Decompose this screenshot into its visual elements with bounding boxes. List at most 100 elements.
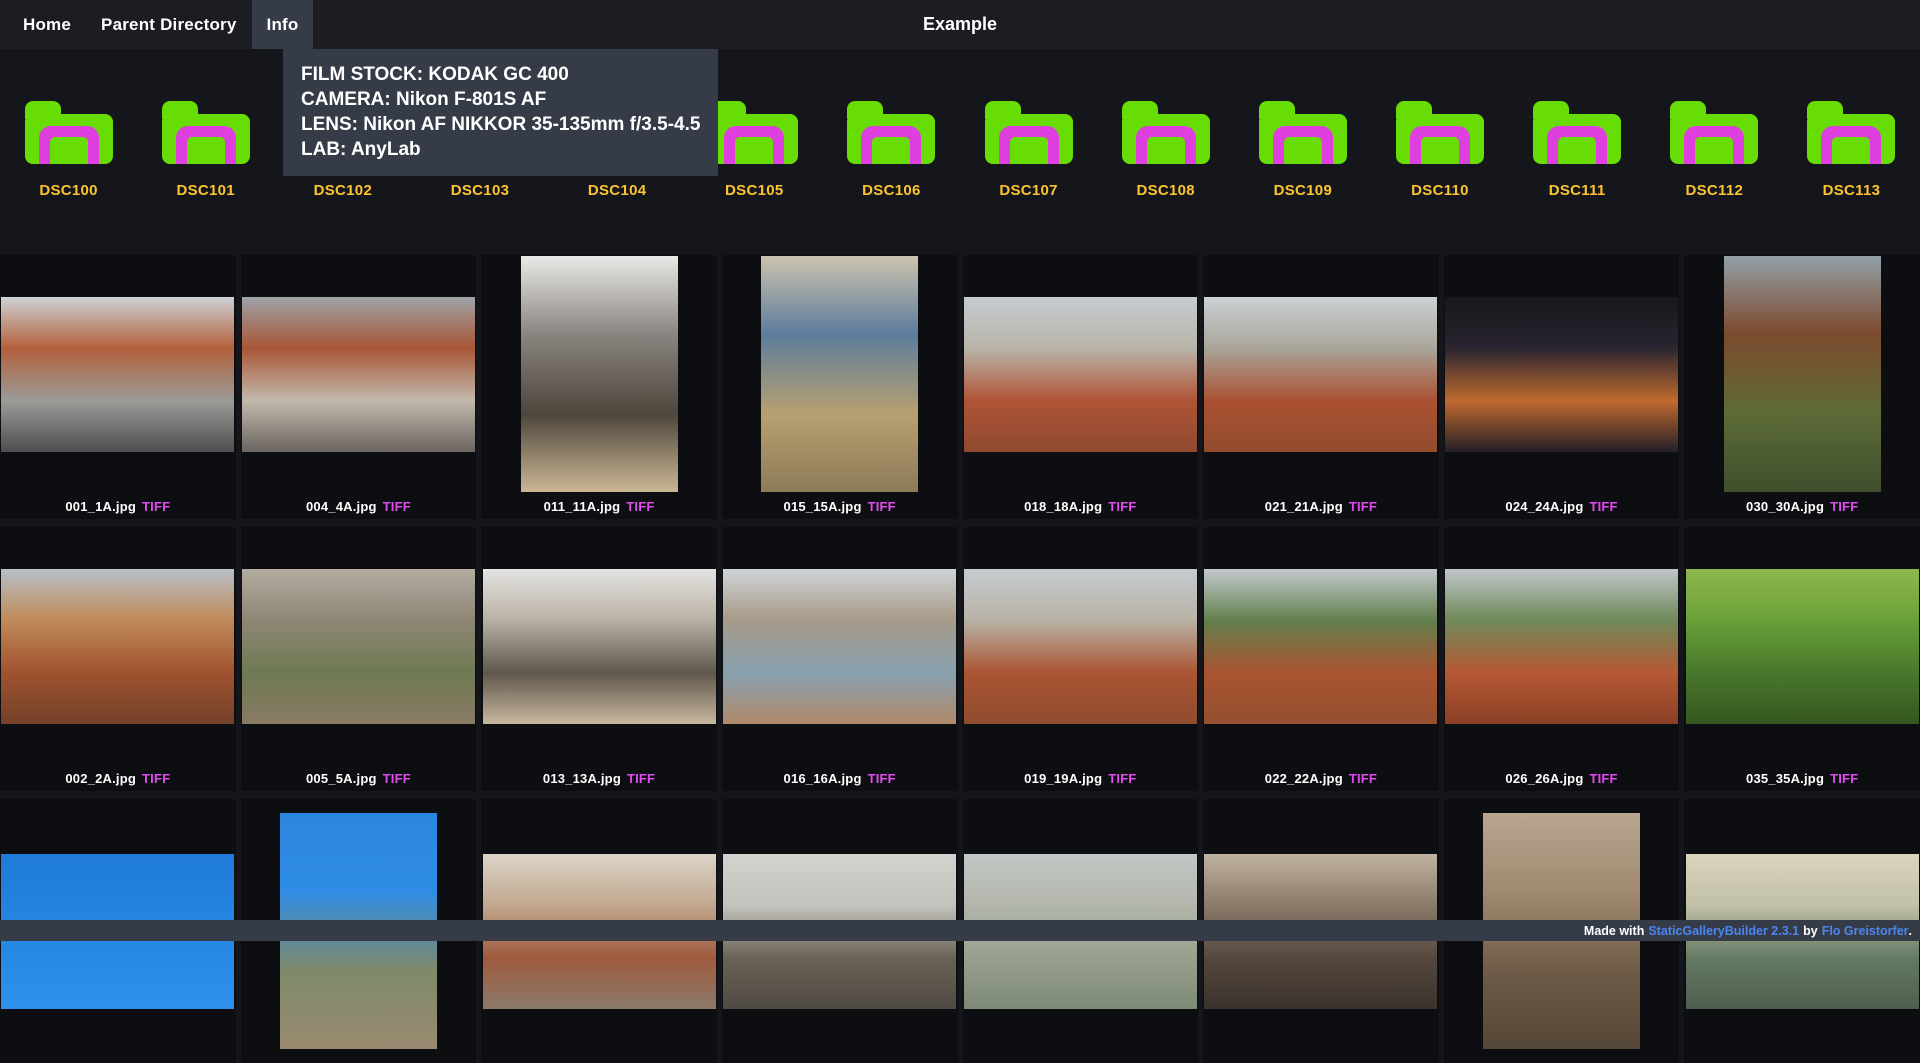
photo-filename: 018_18A.jpg: [1024, 499, 1102, 514]
photo-thumbnail[interactable]: [1204, 569, 1437, 724]
photo-thumbnail[interactable]: [1686, 569, 1919, 724]
thumb-area: [722, 527, 958, 765]
folder-item-dsc101[interactable]: DSC101: [137, 101, 274, 255]
folder-item-dsc110[interactable]: DSC110: [1371, 101, 1508, 255]
photo-cell[interactable]: 018_18A.jpg TIFF: [963, 255, 1199, 519]
folder-icon-slot-inner: [1695, 137, 1733, 164]
folder-label: DSC106: [862, 182, 921, 199]
thumb-area: [722, 255, 958, 493]
photo-thumbnail[interactable]: [521, 256, 678, 492]
photo-filename: 022_22A.jpg: [1265, 771, 1343, 786]
photo-cell[interactable]: 026_26A.jpg TIFF: [1444, 527, 1680, 791]
photo-format-badge: TIFF: [1349, 499, 1377, 514]
author-link[interactable]: Flo Greistorfer: [1822, 924, 1909, 938]
nav-item-label: Home: [23, 15, 71, 35]
photo-label: 026_26A.jpg TIFF: [1444, 765, 1680, 791]
folder-icon: [710, 114, 798, 164]
photo-cell[interactable]: 002_2A.jpg TIFF: [0, 527, 236, 791]
nav-items: Home Parent Directory Info: [8, 0, 313, 49]
photo-thumbnail[interactable]: [723, 569, 956, 724]
nav-item-info[interactable]: Info: [252, 0, 314, 49]
photo-thumbnail[interactable]: [1, 569, 234, 724]
photo-cell[interactable]: 011_11A.jpg TIFF: [481, 255, 717, 519]
folder-icon: [162, 114, 250, 164]
folder-item-dsc112[interactable]: DSC112: [1646, 101, 1783, 255]
photo-label: 024_24A.jpg TIFF: [1444, 493, 1680, 519]
folder-label: DSC113: [1823, 182, 1881, 199]
footer-suffix: .: [1909, 924, 1912, 938]
info-camera: CAMERA: Nikon F-801S AF: [301, 87, 700, 112]
photo-thumbnail[interactable]: [242, 569, 475, 724]
thumb-area: [241, 527, 477, 765]
photo-thumbnail[interactable]: [483, 569, 716, 724]
folder-icon: [985, 114, 1073, 164]
folder-icon-slot: [176, 126, 236, 164]
footer-credit-bar: Made with StaticGalleryBuilder 2.3.1 by …: [0, 920, 1920, 941]
folder-item-dsc108[interactable]: DSC108: [1097, 101, 1234, 255]
folder-icon-slot-inner: [50, 137, 88, 164]
folder-icon-slot: [1410, 126, 1470, 164]
photo-cell[interactable]: 005_5A.jpg TIFF: [241, 527, 477, 791]
photo-label: 021_21A.jpg TIFF: [1203, 493, 1439, 519]
photo-thumbnail[interactable]: [964, 569, 1197, 724]
folder-label: DSC103: [451, 182, 510, 199]
photo-format-badge: TIFF: [626, 499, 654, 514]
photo-format-badge: TIFF: [1589, 499, 1617, 514]
folder-icon-slot-inner: [1832, 137, 1870, 164]
folder-label: DSC102: [314, 182, 373, 199]
photo-filename: 030_30A.jpg: [1746, 499, 1824, 514]
photo-label: 022_22A.jpg TIFF: [1203, 765, 1439, 791]
photo-filename: 035_35A.jpg: [1746, 771, 1824, 786]
folder-icon-slot-inner: [187, 137, 225, 164]
photo-cell[interactable]: 022_22A.jpg TIFF: [1203, 527, 1439, 791]
thumb-area: [481, 527, 717, 765]
thumb-area: [963, 255, 1199, 493]
photo-cell[interactable]: 016_16A.jpg TIFF: [722, 527, 958, 791]
photo-thumbnail[interactable]: [1724, 256, 1881, 492]
photo-thumbnail[interactable]: [1445, 569, 1678, 724]
photo-thumbnail[interactable]: [1445, 297, 1678, 452]
photo-cell[interactable]: 004_4A.jpg TIFF: [241, 255, 477, 519]
photo-cell[interactable]: 013_13A.jpg TIFF: [481, 527, 717, 791]
photo-thumbnail[interactable]: [242, 297, 475, 452]
photo-format-badge: TIFF: [1108, 771, 1136, 786]
photo-cell[interactable]: 021_21A.jpg TIFF: [1203, 255, 1439, 519]
folder-icon-slot-inner: [1421, 137, 1459, 164]
folder-icon: [1670, 114, 1758, 164]
photo-thumbnail[interactable]: [761, 256, 918, 492]
photo-format-badge: TIFF: [142, 771, 170, 786]
photo-cell[interactable]: 019_19A.jpg TIFF: [963, 527, 1199, 791]
nav-item-home[interactable]: Home: [8, 0, 86, 49]
photo-cell[interactable]: 015_15A.jpg TIFF: [722, 255, 958, 519]
photo-thumbnail[interactable]: [1, 297, 234, 452]
nav-item-parent-directory[interactable]: Parent Directory: [86, 0, 251, 49]
photo-thumbnail[interactable]: [964, 297, 1197, 452]
photo-grid: 001_1A.jpg TIFF 004_4A.jpg TIFF 011_11A.…: [0, 255, 1920, 1063]
photo-cell[interactable]: 035_35A.jpg TIFF: [1684, 527, 1920, 791]
photo-label: 013_13A.jpg TIFF: [481, 765, 717, 791]
photo-filename: 024_24A.jpg: [1505, 499, 1583, 514]
folder-item-dsc111[interactable]: DSC111: [1509, 101, 1646, 255]
folder-icon-slot: [724, 126, 784, 164]
folder-item-dsc107[interactable]: DSC107: [960, 101, 1097, 255]
folder-item-dsc106[interactable]: DSC106: [823, 101, 960, 255]
thumb-area: [241, 255, 477, 493]
folder-icon-slot-inner: [1284, 137, 1322, 164]
photo-cell[interactable]: 001_1A.jpg TIFF: [0, 255, 236, 519]
thumb-area: [963, 527, 1199, 765]
folder-item-dsc100[interactable]: DSC100: [0, 101, 137, 255]
photo-thumbnail[interactable]: [1204, 297, 1437, 452]
folder-icon: [1259, 114, 1347, 164]
info-lab: LAB: AnyLab: [301, 137, 700, 162]
folder-icon: [1533, 114, 1621, 164]
folder-item-dsc113[interactable]: DSC113: [1783, 101, 1920, 255]
photo-filename: 001_1A.jpg: [65, 499, 136, 514]
photo-cell[interactable]: 024_24A.jpg TIFF: [1444, 255, 1680, 519]
info-film-stock: FILM STOCK: KODAK GC 400: [301, 62, 700, 87]
builder-link[interactable]: StaticGalleryBuilder 2.3.1: [1648, 924, 1799, 938]
thumb-area: [1444, 527, 1680, 765]
photo-cell[interactable]: 030_30A.jpg TIFF: [1684, 255, 1920, 519]
folder-item-dsc109[interactable]: DSC109: [1234, 101, 1371, 255]
folder-icon-slot: [861, 126, 921, 164]
photo-format-badge: TIFF: [868, 771, 896, 786]
